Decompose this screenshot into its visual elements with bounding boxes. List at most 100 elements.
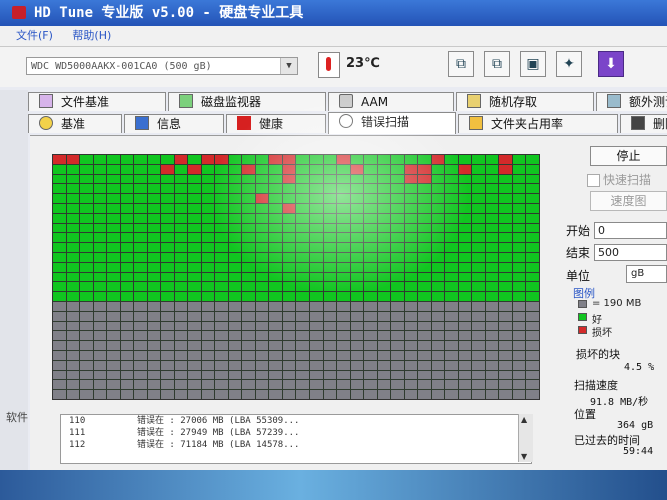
scan-block-good bbox=[350, 184, 364, 194]
scan-block-good bbox=[512, 272, 526, 282]
drive-select[interactable]: WDC WD5000AAKX-001CA0 (500 gB) ▼ bbox=[26, 57, 298, 75]
scroll-down-icon[interactable]: ▼ bbox=[521, 452, 527, 461]
menu-help[interactable]: 帮助(H) bbox=[72, 26, 111, 46]
start-label: 开始 bbox=[566, 224, 591, 238]
tab-disk-monitor[interactable]: 磁盘监视器 bbox=[168, 92, 326, 111]
scan-block-unscanned bbox=[472, 351, 485, 360]
log-row: 110 错误在 : 27006 MB (LBA 55309... bbox=[69, 416, 300, 426]
scan-block-good bbox=[134, 223, 147, 233]
scan-block-unscanned bbox=[147, 380, 161, 390]
scan-block-good bbox=[350, 155, 364, 164]
scan-block-good bbox=[377, 184, 391, 194]
stop-button[interactable]: 停止 bbox=[590, 146, 667, 166]
scan-block-unscanned bbox=[66, 341, 80, 350]
scan-block-unscanned bbox=[377, 370, 391, 380]
options-button[interactable]: ✦ bbox=[556, 51, 582, 77]
tab-aam[interactable]: AAM bbox=[328, 92, 454, 111]
scan-block-bad bbox=[282, 174, 296, 184]
scan-block-unscanned bbox=[134, 321, 147, 331]
scan-block-unscanned bbox=[269, 311, 282, 321]
quick-scan-checkbox[interactable] bbox=[587, 174, 600, 187]
exit-button[interactable]: ⬇ bbox=[598, 51, 624, 77]
scan-block-unscanned bbox=[404, 302, 418, 311]
scan-block-bad bbox=[161, 164, 174, 174]
tab-file-benchmark[interactable]: 文件基准 bbox=[28, 92, 166, 111]
copy-screen-button[interactable]: ⧉ bbox=[484, 51, 510, 77]
scan-block-unscanned bbox=[66, 360, 80, 370]
tab-benchmark[interactable]: 基准 bbox=[28, 114, 122, 133]
scan-block-unscanned bbox=[337, 321, 350, 331]
app-icon bbox=[12, 6, 26, 19]
scan-block-unscanned bbox=[66, 321, 80, 331]
scan-block-good bbox=[323, 272, 337, 282]
scan-block-unscanned bbox=[282, 331, 296, 341]
scan-block-good bbox=[323, 223, 337, 233]
scan-block-good bbox=[391, 233, 404, 243]
start-field[interactable]: 0 bbox=[594, 222, 667, 239]
tab-random-access[interactable]: 随机存取 bbox=[456, 92, 594, 111]
scan-block-good bbox=[364, 184, 377, 194]
scan-block-good bbox=[120, 155, 134, 164]
scan-block-good bbox=[377, 272, 391, 282]
scan-block-good bbox=[215, 164, 228, 174]
scan-block-good bbox=[296, 272, 310, 282]
scan-block-unscanned bbox=[107, 341, 120, 350]
scan-block-unscanned bbox=[93, 331, 107, 341]
chevron-down-icon[interactable]: ▼ bbox=[280, 58, 297, 74]
scan-block-good bbox=[201, 262, 215, 272]
scan-block-unscanned bbox=[350, 311, 364, 321]
scan-block-unscanned bbox=[147, 311, 161, 321]
scan-block-good bbox=[134, 174, 147, 184]
scan-block-good bbox=[242, 184, 255, 194]
scan-block-unscanned bbox=[404, 351, 418, 360]
scan-block-good bbox=[377, 243, 391, 252]
scan-block-good bbox=[377, 213, 391, 223]
scan-block-good bbox=[431, 223, 445, 233]
scan-block-good bbox=[404, 184, 418, 194]
scan-block-good bbox=[147, 174, 161, 184]
scan-block-good bbox=[188, 213, 201, 223]
tab-health[interactable]: 健康 bbox=[226, 114, 326, 133]
scan-block-unscanned bbox=[255, 302, 269, 311]
scan-block-good bbox=[107, 174, 120, 184]
scan-block-unscanned bbox=[431, 351, 445, 360]
tab-erase[interactable]: 删除 bbox=[620, 114, 667, 133]
scan-block-unscanned bbox=[215, 302, 228, 311]
tab-info[interactable]: 信息 bbox=[124, 114, 224, 133]
scan-block-unscanned bbox=[364, 311, 377, 321]
save-button[interactable]: ▣ bbox=[520, 51, 546, 77]
scan-block-good bbox=[350, 213, 364, 223]
menu-file[interactable]: 文件(F) bbox=[16, 26, 53, 46]
scan-block-good bbox=[53, 243, 66, 252]
scan-block-bad bbox=[269, 155, 282, 164]
scan-block-unscanned bbox=[323, 351, 337, 360]
legend-swatch-bad bbox=[578, 326, 587, 334]
scroll-up-icon[interactable]: ▲ bbox=[521, 415, 527, 424]
scan-block-good bbox=[107, 155, 120, 164]
scan-block-unscanned bbox=[66, 331, 80, 341]
scan-block-good bbox=[228, 194, 242, 203]
scan-block-good bbox=[350, 204, 364, 213]
save-icon: ▣ bbox=[526, 56, 540, 72]
speed-map-button[interactable]: 速度图 bbox=[590, 191, 667, 211]
scan-block-unscanned bbox=[201, 311, 215, 321]
log-scrollbar[interactable]: ▲ ▼ bbox=[518, 414, 533, 462]
unit-select[interactable]: gB bbox=[626, 265, 667, 283]
scan-block-good bbox=[93, 272, 107, 282]
scan-block-good bbox=[391, 292, 404, 301]
scan-block-unscanned bbox=[269, 302, 282, 311]
copy-info-button[interactable]: ⧉ bbox=[448, 51, 474, 77]
scan-block-unscanned bbox=[161, 321, 174, 331]
scan-block-good bbox=[337, 204, 350, 213]
tab-extra-tests[interactable]: 额外测试 bbox=[596, 92, 667, 111]
scan-block-unscanned bbox=[66, 302, 80, 311]
tab-error-scan[interactable]: 错误扫描 bbox=[328, 112, 456, 134]
scan-block-good bbox=[296, 243, 310, 252]
scan-block-unscanned bbox=[418, 360, 431, 370]
scan-block-unscanned bbox=[134, 380, 147, 390]
end-field[interactable]: 500 bbox=[594, 244, 667, 261]
scan-block-good bbox=[174, 272, 188, 282]
scan-block-unscanned bbox=[391, 341, 404, 350]
test-icon bbox=[607, 94, 621, 108]
tab-folder-usage[interactable]: 文件夹占用率 bbox=[458, 114, 618, 133]
